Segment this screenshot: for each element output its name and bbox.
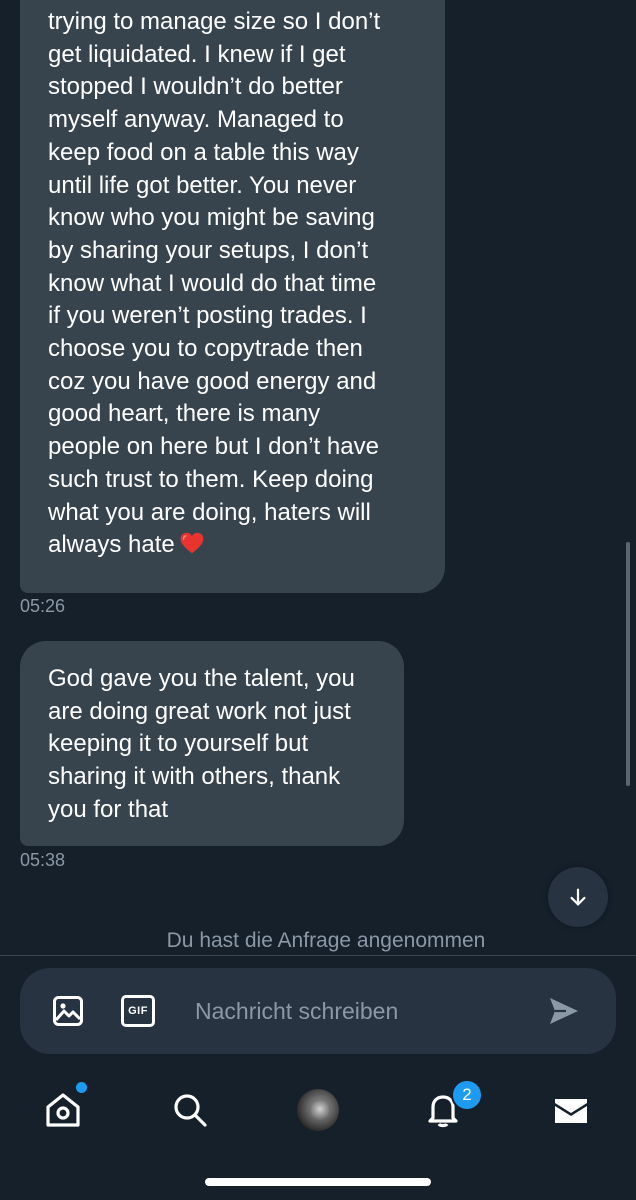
message-line: sharing it with others, thank — [48, 763, 341, 791]
arrow-down-icon — [570, 888, 586, 906]
scroll-to-bottom-button[interactable] — [548, 867, 608, 927]
message-line-text: always hate — [48, 531, 175, 559]
request-accepted-note: Du hast die Anfrage angenommen — [166, 929, 486, 952]
message-timestamp: 05:26 — [20, 596, 66, 616]
message-line: keep food on a table this way — [48, 138, 359, 166]
send-icon[interactable] — [548, 996, 580, 1026]
message-line: by sharing your setups, I don’t — [48, 236, 369, 264]
message-input[interactable] — [195, 995, 525, 1027]
home-icon — [46, 1093, 80, 1127]
home-indicator[interactable] — [205, 1178, 431, 1186]
search-icon — [174, 1094, 207, 1127]
media-icon[interactable] — [52, 995, 84, 1027]
message-line: if you weren’t posting trades. I — [48, 302, 367, 330]
heart-emoji — [180, 532, 204, 554]
new-posts-indicator — [74, 1080, 89, 1095]
avatar — [297, 1089, 339, 1131]
divider — [0, 955, 636, 956]
message-bubble[interactable]: trying to manage size so I don’t get liq… — [20, 0, 445, 593]
nav-messages[interactable] — [549, 1088, 593, 1132]
message-composer: GIF — [20, 968, 616, 1054]
message-line: myself anyway. Managed to — [48, 106, 344, 134]
message-line: until life got better. You never — [48, 171, 357, 199]
message-line: you for that — [48, 795, 169, 823]
message-line: such trust to them. Keep doing — [48, 465, 374, 493]
message-line: know who you might be saving — [48, 204, 375, 232]
mail-icon — [555, 1099, 587, 1123]
message-line: coz you have good energy and — [48, 367, 377, 395]
message-line: keeping it to yourself but — [48, 730, 309, 758]
message-line: trying to manage size so I don’t — [48, 8, 381, 35]
message-line: what you are doing, haters will — [48, 498, 371, 526]
message-line: choose you to copytrade then — [48, 335, 363, 363]
message-line: God gave you the talent, you — [48, 665, 355, 692]
message-bubble[interactable]: God gave you the talent, you are doing g… — [20, 641, 404, 846]
scrollbar[interactable] — [626, 542, 630, 786]
message-line: are doing great work not just — [48, 697, 351, 725]
message-line: people on here but I don’t have — [48, 433, 379, 461]
bottom-nav — [0, 1070, 636, 1150]
message-line: get liquidated. I knew if I get — [48, 40, 346, 68]
message-line-last: always hate — [48, 529, 417, 562]
message-line: good heart, there is many — [48, 400, 321, 428]
nav-search[interactable] — [168, 1088, 212, 1132]
gif-button[interactable]: GIF — [121, 995, 155, 1027]
nav-profile[interactable] — [296, 1088, 340, 1132]
message-timestamp: 05:38 — [20, 850, 66, 870]
message-line: know what I would do that time — [48, 269, 377, 297]
message-line: stopped I wouldn’t do better — [48, 73, 343, 101]
notifications-badge: 2 — [451, 1079, 483, 1111]
